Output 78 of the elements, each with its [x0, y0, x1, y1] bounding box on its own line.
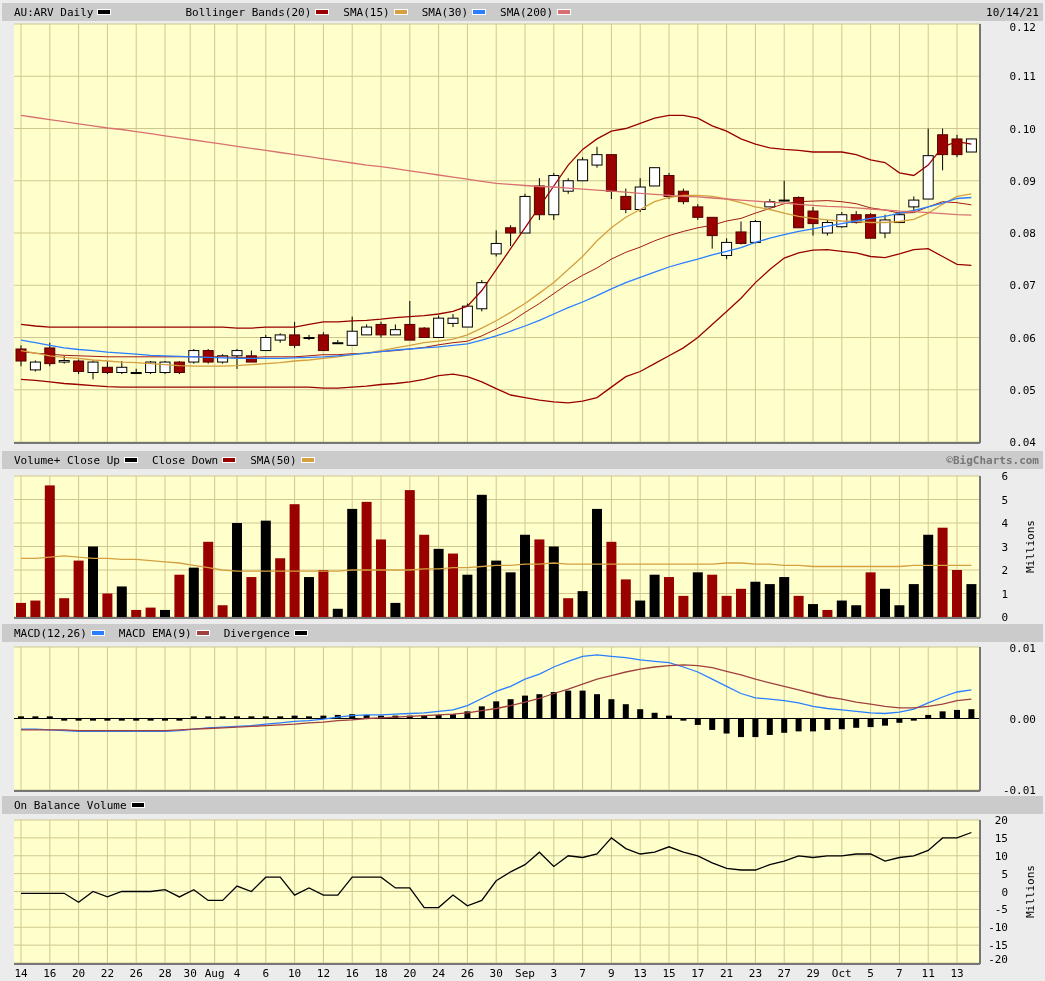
axis-tick-label: 6: [262, 967, 270, 980]
legend-label: AU:ARV Daily: [14, 5, 94, 19]
axis-tick-label: 7: [896, 967, 903, 980]
axis-tick-label: 3: [1001, 540, 1008, 554]
axis-tick-label: 0.05: [1009, 383, 1036, 397]
axis-tick-label: 29: [806, 967, 820, 980]
axis-tick-label: -20: [988, 953, 1008, 965]
axis-tick-label: 5: [1001, 867, 1008, 881]
axis-tick-label: 0.12: [1009, 21, 1036, 34]
axis-tick-label: 20: [994, 814, 1008, 827]
legend-label: Divergence: [223, 626, 290, 640]
axis-tick-label: 13: [950, 967, 964, 980]
legend-label: Close Down: [151, 453, 219, 467]
legend-label: SMA(30): [421, 5, 469, 19]
source-credit: ©BigCharts.com: [946, 453, 1039, 467]
legend-label: Volume+ Close Up: [14, 453, 120, 467]
axis-tick-label: -5: [994, 903, 1008, 917]
legend-label: SMA(50): [250, 453, 297, 467]
axis-tick-label: 10: [994, 849, 1008, 863]
axis-tick-label: 16: [43, 967, 57, 980]
axis-tick-label: 22: [100, 967, 115, 980]
axis-tick-label: 27: [777, 967, 791, 980]
axis-tick-label: -0.01: [1002, 784, 1036, 796]
chart-date: 10/14/21: [986, 5, 1039, 19]
axis-tick-label: 28: [158, 967, 172, 980]
axis-tick-label: 0.10: [1009, 122, 1036, 136]
legend-label: SMA(15): [343, 5, 390, 19]
axis-tick-label: 24: [432, 967, 446, 980]
axis-tick-label: 4: [233, 967, 241, 980]
axis-tick-label: 20: [71, 967, 86, 980]
axis-tick-label: 23: [748, 967, 763, 980]
axis-title: Millions: [1024, 865, 1037, 918]
axis-tick-label: 4: [1001, 517, 1008, 530]
legend-label: SMA(200): [500, 5, 554, 19]
axis-tick-label: 0: [1001, 611, 1008, 624]
axis-tick-label: 13: [633, 967, 647, 980]
axis-tick-label: Aug: [204, 967, 225, 980]
axis-tick-label: 5: [1001, 493, 1008, 507]
axis-tick-label: 0.08: [1009, 227, 1036, 240]
legend-label: On Balance Volume: [14, 798, 127, 812]
axis-tick-label: 0.06: [1009, 331, 1036, 345]
axis-tick-label: 11: [921, 967, 935, 980]
axis-tick-label: -15: [988, 939, 1008, 953]
axis-tick-label: 9: [608, 967, 615, 980]
axis-tick-label: 0.04: [1009, 436, 1036, 449]
axis-tick-label: 0.00: [1009, 712, 1036, 726]
axis-tick-label: 18: [374, 967, 388, 980]
axis-tick-label: 0.01: [1009, 642, 1036, 655]
axis-tick-label: -10: [988, 921, 1008, 935]
legend-label: MACD(12,26): [14, 626, 87, 640]
axis-tick-label: 2: [1001, 564, 1008, 577]
axis-tick-label: 17: [691, 967, 705, 980]
axis-tick-label: 26: [460, 967, 474, 980]
axis-tick-label: 30: [183, 967, 197, 980]
axis-tick-label: 26: [129, 967, 143, 980]
legend-label: Bollinger Bands(20): [185, 5, 312, 19]
axis-tick-label: 15: [994, 831, 1008, 845]
axis-tick-label: Sep: [515, 967, 535, 980]
axis-tick-label: 3: [550, 967, 558, 980]
axis-tick-label: 1: [1001, 587, 1008, 601]
axis-tick-label: 5: [867, 967, 874, 980]
axis-tick-label: 7: [579, 967, 586, 980]
axis-tick-label: 15: [662, 967, 676, 980]
axis-tick-label: 20: [403, 967, 417, 980]
axis-tick-label: 30: [489, 967, 503, 980]
axis-tick-label: 10: [288, 967, 302, 980]
axis-tick-label: 14: [14, 967, 28, 980]
axis-tick-label: 12: [316, 967, 330, 980]
axis-tick-label: 0.07: [1009, 279, 1036, 293]
axis-title: Millions: [1024, 520, 1037, 573]
axis-tick-label: 16: [345, 967, 359, 980]
axis-tick-label: 6: [1001, 470, 1008, 483]
axis-tick-label: 21: [719, 967, 734, 980]
legend-label: MACD EMA(9): [118, 626, 192, 640]
axis-tick-label: 0: [1001, 885, 1008, 899]
axis-tick-label: 0.11: [1009, 70, 1036, 84]
axis-tick-label: 0.09: [1009, 174, 1036, 188]
axis-tick-label: Oct: [831, 967, 852, 980]
